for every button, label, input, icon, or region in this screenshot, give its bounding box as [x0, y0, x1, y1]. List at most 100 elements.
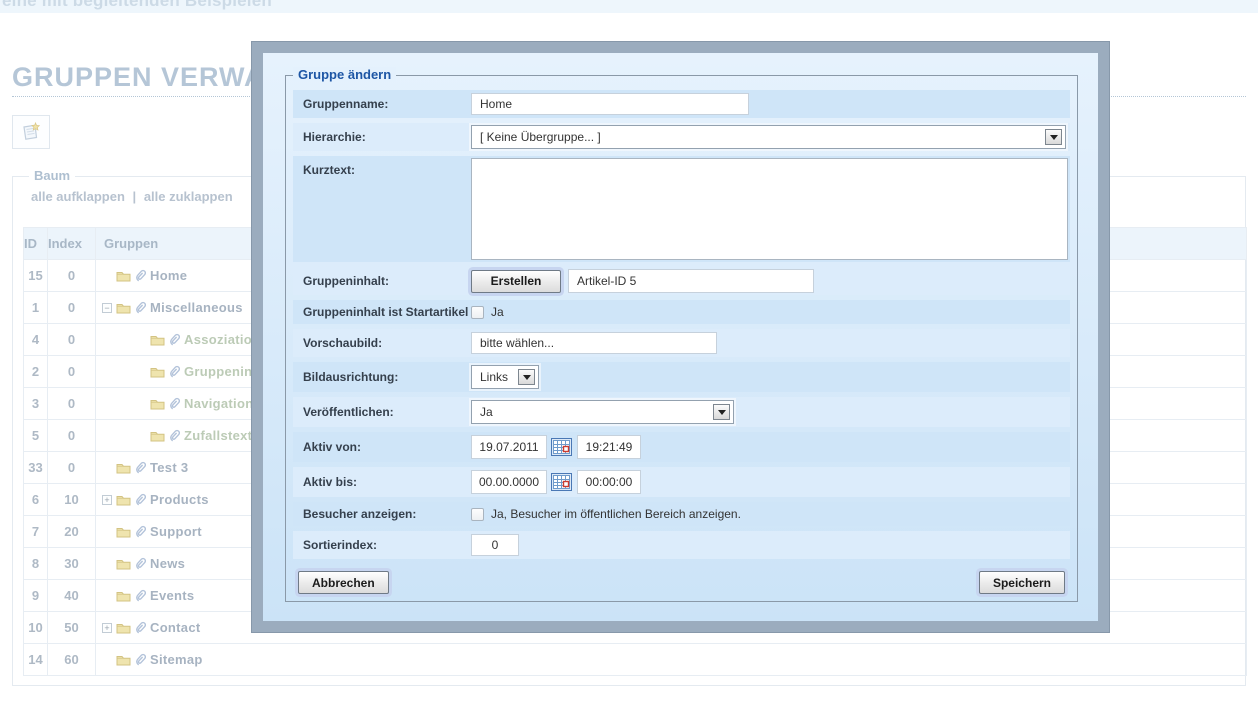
new-group-button[interactable]: [12, 115, 50, 149]
row-id: 14: [24, 644, 48, 676]
besucher-checkbox-label: Ja, Besucher im öffentlichen Bereich anz…: [491, 507, 741, 521]
tree-expander-icon[interactable]: +: [102, 495, 112, 505]
startartikel-checkbox[interactable]: [471, 306, 484, 319]
calendar-icon[interactable]: [551, 438, 572, 456]
collapse-all-link[interactable]: alle zuklappen: [144, 189, 233, 204]
field-row-aktiv-von: Aktiv von:: [293, 432, 1070, 462]
field-row-gruppeninhalt: Gruppeninhalt: Erstellen: [293, 267, 1070, 295]
paperclip-icon[interactable]: [135, 621, 146, 634]
aktiv-bis-label: Aktiv bis:: [293, 475, 471, 489]
sortierindex-label: Sortierindex:: [293, 538, 471, 552]
field-row-besucher: Besucher anzeigen: Ja, Besucher im öffen…: [293, 502, 1070, 526]
row-index: 20: [48, 516, 96, 548]
tree-expander-icon[interactable]: +: [102, 623, 112, 633]
folder-icon[interactable]: [116, 494, 131, 506]
row-index: 0: [48, 292, 96, 324]
hierarchie-label: Hierarchie:: [293, 130, 471, 144]
folder-icon[interactable]: [116, 590, 131, 602]
aktiv-bis-date-input[interactable]: [471, 470, 547, 494]
folder-icon[interactable]: [150, 366, 165, 378]
aktiv-von-time-input[interactable]: [577, 435, 641, 459]
chevron-down-icon[interactable]: [1045, 129, 1062, 145]
paperclip-icon[interactable]: [135, 301, 146, 314]
row-id: 2: [24, 356, 48, 388]
folder-icon[interactable]: [150, 430, 165, 442]
veroeffentlichen-label: Veröffentlichen:: [293, 405, 471, 419]
sortierindex-input[interactable]: [471, 534, 519, 556]
group-name[interactable]: Sitemap: [150, 652, 203, 667]
bildausrichtung-select[interactable]: Links: [471, 365, 539, 389]
besucher-checkbox[interactable]: [471, 508, 484, 521]
abbrechen-button[interactable]: Abbrechen: [298, 571, 389, 594]
folder-icon[interactable]: [116, 462, 131, 474]
bildausrichtung-label: Bildausrichtung:: [293, 370, 471, 384]
row-id: 7: [24, 516, 48, 548]
paperclip-icon[interactable]: [135, 557, 146, 570]
veroeffentlichen-select[interactable]: Ja: [471, 400, 734, 424]
row-id: 10: [24, 612, 48, 644]
chevron-down-icon[interactable]: [713, 404, 730, 420]
aktiv-von-label: Aktiv von:: [293, 440, 471, 454]
group-name[interactable]: News: [150, 556, 185, 571]
group-name[interactable]: Products: [150, 492, 209, 507]
paperclip-icon[interactable]: [135, 269, 146, 282]
group-name[interactable]: Contact: [150, 620, 201, 635]
dialog-body: Gruppe ändern Gruppenname: Hierarchie: […: [263, 53, 1098, 621]
paperclip-icon[interactable]: [169, 365, 180, 378]
paperclip-icon[interactable]: [169, 429, 180, 442]
group-name[interactable]: Miscellaneous: [150, 300, 243, 315]
row-index: 60: [48, 644, 96, 676]
paperclip-icon[interactable]: [135, 525, 146, 538]
paperclip-icon[interactable]: [135, 653, 146, 666]
group-name[interactable]: Events: [150, 588, 194, 603]
tree-links: alle aufklappen | alle zuklappen: [31, 189, 237, 204]
folder-icon[interactable]: [116, 302, 131, 314]
calendar-icon[interactable]: [551, 473, 572, 491]
paperclip-icon[interactable]: [169, 333, 180, 346]
folder-icon[interactable]: [116, 622, 131, 634]
hierarchie-select[interactable]: [ Keine Übergruppe... ]: [471, 125, 1066, 149]
vorschaubild-input[interactable]: [471, 332, 717, 354]
field-row-bildausrichtung: Bildausrichtung: Links: [293, 362, 1070, 392]
erstellen-button[interactable]: Erstellen: [471, 270, 561, 293]
group-name[interactable]: Support: [150, 524, 202, 539]
folder-icon[interactable]: [116, 526, 131, 538]
site-tagline: eine mit begleitenden Beispielen: [2, 0, 272, 11]
kurztext-textarea[interactable]: [471, 158, 1068, 260]
group-name[interactable]: Test 3: [150, 460, 188, 475]
paperclip-icon[interactable]: [169, 397, 180, 410]
paperclip-icon[interactable]: [135, 589, 146, 602]
artikel-id-input[interactable]: [568, 269, 814, 293]
startartikel-checkbox-label: Ja: [491, 305, 504, 319]
new-note-icon: [19, 120, 43, 144]
aktiv-von-date-input[interactable]: [471, 435, 547, 459]
field-row-vorschaubild: Vorschaubild:: [293, 329, 1070, 357]
header-index: Index: [48, 228, 96, 260]
folder-icon[interactable]: [150, 398, 165, 410]
bildausrichtung-selected-value: Links: [472, 370, 508, 384]
folder-icon[interactable]: [116, 270, 131, 282]
kurztext-label: Kurztext:: [293, 156, 471, 177]
group-name[interactable]: Home: [150, 268, 187, 283]
paperclip-icon[interactable]: [135, 461, 146, 474]
chevron-down-icon[interactable]: [518, 369, 535, 385]
dialog-title: Gruppe ändern: [293, 67, 396, 82]
row-id: 3: [24, 388, 48, 420]
startartikel-label: Gruppeninhalt ist Startartikel: [293, 305, 471, 319]
paperclip-icon[interactable]: [135, 493, 146, 506]
field-row-kurztext: Kurztext:: [293, 156, 1070, 262]
row-index: 0: [48, 452, 96, 484]
tree-expander-icon[interactable]: −: [102, 303, 112, 313]
gruppenname-input[interactable]: [471, 93, 749, 115]
folder-icon[interactable]: [116, 558, 131, 570]
gruppeninhalt-label: Gruppeninhalt:: [293, 274, 471, 288]
tree-panel-legend: Baum: [29, 168, 75, 183]
expand-all-link[interactable]: alle aufklappen: [31, 189, 125, 204]
row-id: 6: [24, 484, 48, 516]
folder-icon[interactable]: [150, 334, 165, 346]
speichern-button[interactable]: Speichern: [979, 571, 1065, 594]
aktiv-bis-time-input[interactable]: [577, 470, 641, 494]
folder-icon[interactable]: [116, 654, 131, 666]
field-row-gruppenname: Gruppenname:: [293, 90, 1070, 118]
veroeffentlichen-selected-value: Ja: [472, 405, 493, 419]
